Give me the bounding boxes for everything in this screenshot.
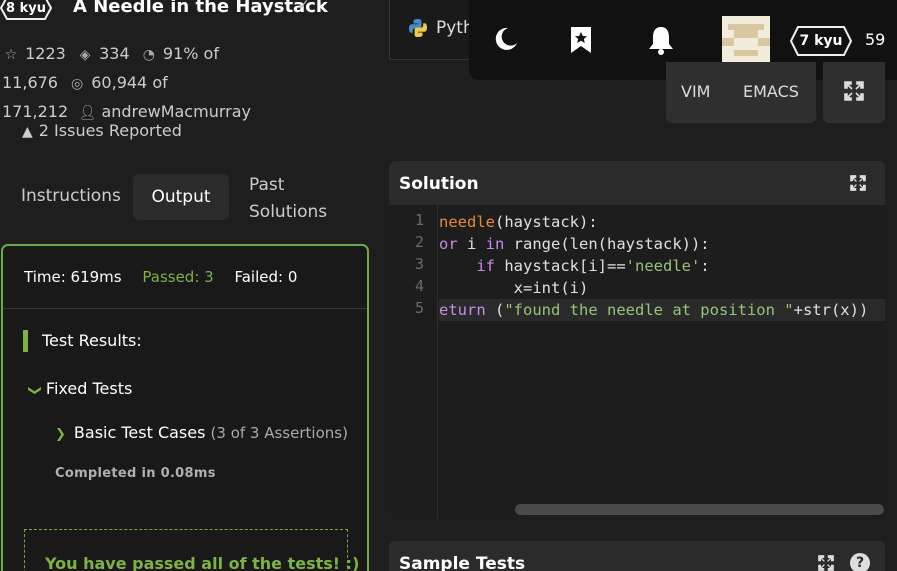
completions-count: 60,944 of <box>91 73 168 92</box>
issues-label: 2 Issues Reported <box>38 121 182 140</box>
assertions-count: (3 of 3 Assertions) <box>210 424 348 442</box>
bell-icon[interactable] <box>647 25 675 55</box>
stars-count: 1223 <box>25 44 66 63</box>
code-line[interactable]: x=int(i) <box>439 277 589 299</box>
stats-row-1: ☆ 1223 ◈ 334 ◔ 91% of <box>2 40 264 69</box>
horizontal-scrollbar[interactable] <box>515 504 884 515</box>
line-number: 1 <box>414 211 424 229</box>
passed-banner: You have passed all of the tests! :) <box>24 529 359 571</box>
line-number: 5 <box>414 299 424 317</box>
moon-icon[interactable] <box>493 26 519 52</box>
sample-tests-title: Sample Tests <box>399 554 526 571</box>
python-icon <box>409 19 427 37</box>
sample-tests-panel: Sample Tests ? <box>389 541 885 571</box>
editor-mode-switch: VIM EMACS <box>666 62 816 123</box>
fullscreen-button[interactable] <box>823 62 885 123</box>
run-time: Time: 619ms <box>24 268 122 286</box>
passed-message: You have passed all of the tests! :) <box>45 554 360 571</box>
expand-icon[interactable] <box>818 555 834 571</box>
tab-instructions[interactable]: Instructions <box>21 186 121 206</box>
author-link[interactable]: andrewMacmurray <box>101 102 251 121</box>
line-gutter: 1 2 3 4 5 <box>389 205 438 519</box>
satisfaction-votes: 11,676 <box>2 73 58 92</box>
tab-output[interactable]: Output <box>133 174 229 220</box>
check-icon: ✓ <box>298 0 310 13</box>
avatar[interactable] <box>722 16 770 64</box>
chevron-down-icon: ❯ <box>26 385 42 396</box>
warning-icon: ▲ <box>22 124 33 140</box>
chevron-right-icon: ❯ <box>55 427 66 442</box>
expand-icon[interactable] <box>850 175 866 191</box>
passed-count: Passed: 3 <box>142 268 214 286</box>
fixed-tests-label: Fixed Tests <box>45 379 133 398</box>
kata-title[interactable]: A Needle in the Haystack <box>73 0 328 17</box>
fixed-tests-toggle[interactable]: ❯ Fixed Tests <box>26 379 133 398</box>
completions-total: 171,212 <box>2 102 69 121</box>
honor-count: 59 <box>865 30 886 49</box>
star-icon: ☆ <box>4 47 18 63</box>
output-panel: Time: 619ms Passed: 3 Failed: 0 Test Res… <box>1 244 369 571</box>
vim-mode-button[interactable]: VIM <box>681 82 710 101</box>
divider <box>3 308 367 309</box>
basic-tests-label: Basic Test Cases <box>73 423 206 442</box>
solution-header: Solution <box>389 161 885 205</box>
solution-editor: Solution 1 2 3 4 5 needle(haystack): or … <box>389 161 885 519</box>
kata-stats: ☆ 1223 ◈ 334 ◔ 91% of 11,676 ◎ 60,944 of… <box>2 40 264 127</box>
code-line[interactable]: or i in range(len(haystack)): <box>439 233 710 255</box>
issues-link[interactable]: ▲ 2 Issues Reported <box>22 121 182 140</box>
test-results-heading: Test Results: <box>23 330 142 352</box>
collections-count: 334 <box>99 44 130 63</box>
rank-label: 7 kyu <box>799 33 843 49</box>
satisfaction-icon: ◔ <box>142 47 155 63</box>
completions-icon: ◎ <box>71 76 84 92</box>
failed-count: Failed: 0 <box>234 268 298 286</box>
code-line[interactable]: needle(haystack): <box>439 211 598 233</box>
expand-icon <box>844 81 864 101</box>
emacs-mode-button[interactable]: EMACS <box>743 82 799 101</box>
line-number: 4 <box>414 277 424 295</box>
solution-title: Solution <box>399 174 479 194</box>
language-selector[interactable]: Pyth <box>389 0 474 60</box>
line-number: 2 <box>414 233 424 251</box>
tab-past-solutions[interactable]: Past Solutions <box>249 172 339 226</box>
satisfaction-rate: 91% of <box>162 44 219 63</box>
test-summary: Time: 619ms Passed: 3 Failed: 0 <box>24 268 313 286</box>
code-line[interactable]: if haystack[i]=='needle': <box>439 255 709 277</box>
kyu-label: 8 kyu <box>6 0 46 16</box>
completed-time: Completed in 0.08ms <box>55 466 216 481</box>
rank-badge[interactable]: 7 kyu <box>790 26 852 56</box>
kyu-badge: 8 kyu <box>0 0 52 20</box>
line-number: 3 <box>414 255 424 273</box>
stats-row-2: 11,676 ◎ 60,944 of <box>2 69 264 98</box>
code-line[interactable]: eturn ("found the needle at position "+s… <box>439 299 885 321</box>
bookmark-icon[interactable] <box>569 26 593 54</box>
help-icon[interactable]: ? <box>850 553 870 571</box>
basic-tests-toggle[interactable]: ❯ Basic Test Cases (3 of 3 Assertions) <box>55 423 348 442</box>
collections-icon: ◈ <box>79 47 91 63</box>
